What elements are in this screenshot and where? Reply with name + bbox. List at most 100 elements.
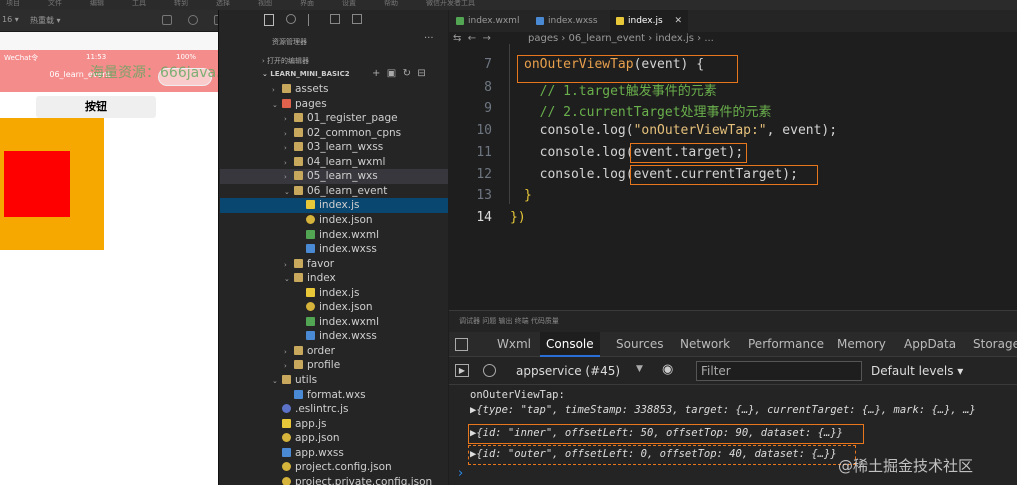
files-icon[interactable] <box>264 14 274 26</box>
debug-icon[interactable] <box>330 14 340 24</box>
menu-item[interactable]: 视图 <box>258 0 272 8</box>
tree-item-label: app.json <box>295 432 340 445</box>
line-number: 11 <box>476 145 492 160</box>
tab-memory[interactable]: Memory <box>837 332 886 357</box>
tree-item[interactable]: › 02_common_cpns <box>220 126 448 141</box>
js-file-icon <box>616 17 624 25</box>
tree-item[interactable]: app.js <box>220 417 448 432</box>
tab-performance[interactable]: Performance <box>748 332 824 357</box>
tree-item[interactable]: app.json <box>220 431 448 446</box>
filter-input[interactable]: Filter <box>696 361 862 381</box>
folder-icon <box>294 273 303 283</box>
tree-item[interactable]: index.wxss <box>220 329 448 344</box>
levels-select[interactable]: Default levels ▾ <box>871 364 963 378</box>
menu-item[interactable]: 工具 <box>132 0 146 8</box>
json-icon <box>306 302 315 312</box>
tree-item[interactable]: › favor <box>220 257 448 272</box>
tree-item[interactable]: ⌄ 06_learn_event <box>220 184 448 199</box>
project-section[interactable]: ⌄ LEARN_MINI_BASIC2 <box>262 70 350 78</box>
sidebar-toggle-icon[interactable]: ▶ <box>455 364 469 377</box>
tree-item[interactable]: index.wxml <box>220 315 448 330</box>
chevron-icon: › <box>284 260 287 269</box>
devtools-top-tabs[interactable]: 调试器 问题 输出 终端 代码质量 <box>459 316 559 326</box>
tab-network[interactable]: Network <box>680 332 730 357</box>
inner-view[interactable] <box>4 151 70 217</box>
tree-item[interactable]: ⌄ pages <box>220 97 448 112</box>
tree-item[interactable]: app.wxss <box>220 446 448 461</box>
wxml-icon <box>306 229 315 239</box>
chevron-icon: › <box>284 347 287 356</box>
tree-item[interactable]: index.js <box>220 198 448 213</box>
code-line: console.log("onOuterViewTap:", event); <box>524 123 838 138</box>
record-icon[interactable] <box>188 15 198 25</box>
tab-index-wxss[interactable]: index.wxss <box>530 10 608 32</box>
inspect-icon[interactable] <box>455 338 468 351</box>
line-number: 9 <box>484 101 492 116</box>
tree-item[interactable]: › 05_learn_wxs <box>220 169 448 184</box>
menu-item[interactable]: 转到 <box>174 0 188 8</box>
tree-item-label: format.wxs <box>307 388 366 401</box>
new-file-icon[interactable]: + <box>372 68 380 79</box>
tab-index-js[interactable]: index.js ✕ <box>610 10 688 32</box>
tree-item[interactable]: index.wxss <box>220 242 448 257</box>
menu-item[interactable]: 帮助 <box>384 0 398 8</box>
time-text: 11:53 <box>86 53 107 61</box>
line-number: 10 <box>476 123 492 138</box>
close-icon[interactable]: ✕ <box>674 10 682 32</box>
refresh-icon[interactable] <box>162 15 172 25</box>
tree-item[interactable]: ⌄ index <box>220 271 448 286</box>
battery-text: 100% <box>176 53 197 61</box>
open-editors-section[interactable]: › 打开的编辑器 <box>262 56 309 66</box>
context-dropdown-icon[interactable]: ▼ <box>636 364 643 374</box>
tree-item[interactable]: › 01_register_page <box>220 111 448 126</box>
menu-item[interactable]: 设置 <box>342 0 356 8</box>
tree-item[interactable]: index.wxml <box>220 228 448 243</box>
tree-item[interactable]: index.json <box>220 213 448 228</box>
tree-item[interactable]: .eslintrc.js <box>220 402 448 417</box>
tab-index-wxml[interactable]: index.wxml <box>450 10 528 32</box>
nav-arrows[interactable]: ⇆ ← → <box>453 33 491 44</box>
tab-storage[interactable]: Storage <box>973 332 1017 357</box>
tab-wxml[interactable]: Wxml <box>497 332 531 357</box>
tap-button[interactable]: 按钮 <box>36 96 156 118</box>
tree-item[interactable]: index.json <box>220 300 448 315</box>
tree-item[interactable]: project.config.json <box>220 460 448 475</box>
collapse-icon[interactable]: ⊟ <box>417 68 425 79</box>
menu-item[interactable]: 选择 <box>216 0 230 8</box>
clear-console-icon[interactable] <box>483 364 496 377</box>
eye-icon[interactable]: ◉ <box>662 362 673 377</box>
tab-appdata[interactable]: AppData <box>904 332 956 357</box>
tree-item[interactable]: index.js <box>220 286 448 301</box>
wxss-icon <box>306 331 315 341</box>
refresh-tree-icon[interactable]: ↻ <box>403 68 411 79</box>
tree-item[interactable]: ⌄ utils <box>220 373 448 388</box>
tab-console[interactable]: Console <box>540 332 600 357</box>
console-prompt[interactable]: › <box>458 466 463 481</box>
tree-item[interactable]: › 03_learn_wxss <box>220 140 448 155</box>
tree-item[interactable]: format.wxs <box>220 388 448 403</box>
compile-mode-select[interactable]: 热重载 ▾ <box>30 15 61 26</box>
device-select[interactable]: 16 ▾ <box>2 15 19 24</box>
menu-item[interactable]: 项目 <box>6 0 20 8</box>
more-icon[interactable]: ··· <box>424 33 434 44</box>
menu-item[interactable]: 界面 <box>300 0 314 8</box>
new-folder-icon[interactable]: ▣ <box>387 68 396 79</box>
tree-item[interactable]: › 04_learn_wxml <box>220 155 448 170</box>
folder-red-icon <box>282 98 291 108</box>
search-icon[interactable] <box>286 14 296 24</box>
tab-label: index.wxss <box>548 16 598 26</box>
tree-item[interactable]: project.private.config.json <box>220 475 448 485</box>
context-select[interactable]: appservice (#45) <box>516 364 620 378</box>
extensions-icon[interactable] <box>352 14 362 24</box>
menu-item[interactable]: 微信开发者工具 <box>426 0 475 8</box>
tree-item[interactable]: › order <box>220 344 448 359</box>
source-control-icon[interactable] <box>308 14 316 26</box>
tree-item-label: index.js <box>319 286 360 299</box>
tree-item[interactable]: › profile <box>220 358 448 373</box>
menu-item[interactable]: 编辑 <box>90 0 104 8</box>
menu-item[interactable]: 文件 <box>48 0 62 8</box>
tree-item[interactable]: › assets <box>220 82 448 97</box>
tab-sources[interactable]: Sources <box>616 332 663 357</box>
explorer-actions: + ▣ ↻ ⊟ <box>372 68 442 79</box>
log-event-object[interactable]: ▶{type: "tap", timeStamp: 338853, target… <box>470 404 976 416</box>
